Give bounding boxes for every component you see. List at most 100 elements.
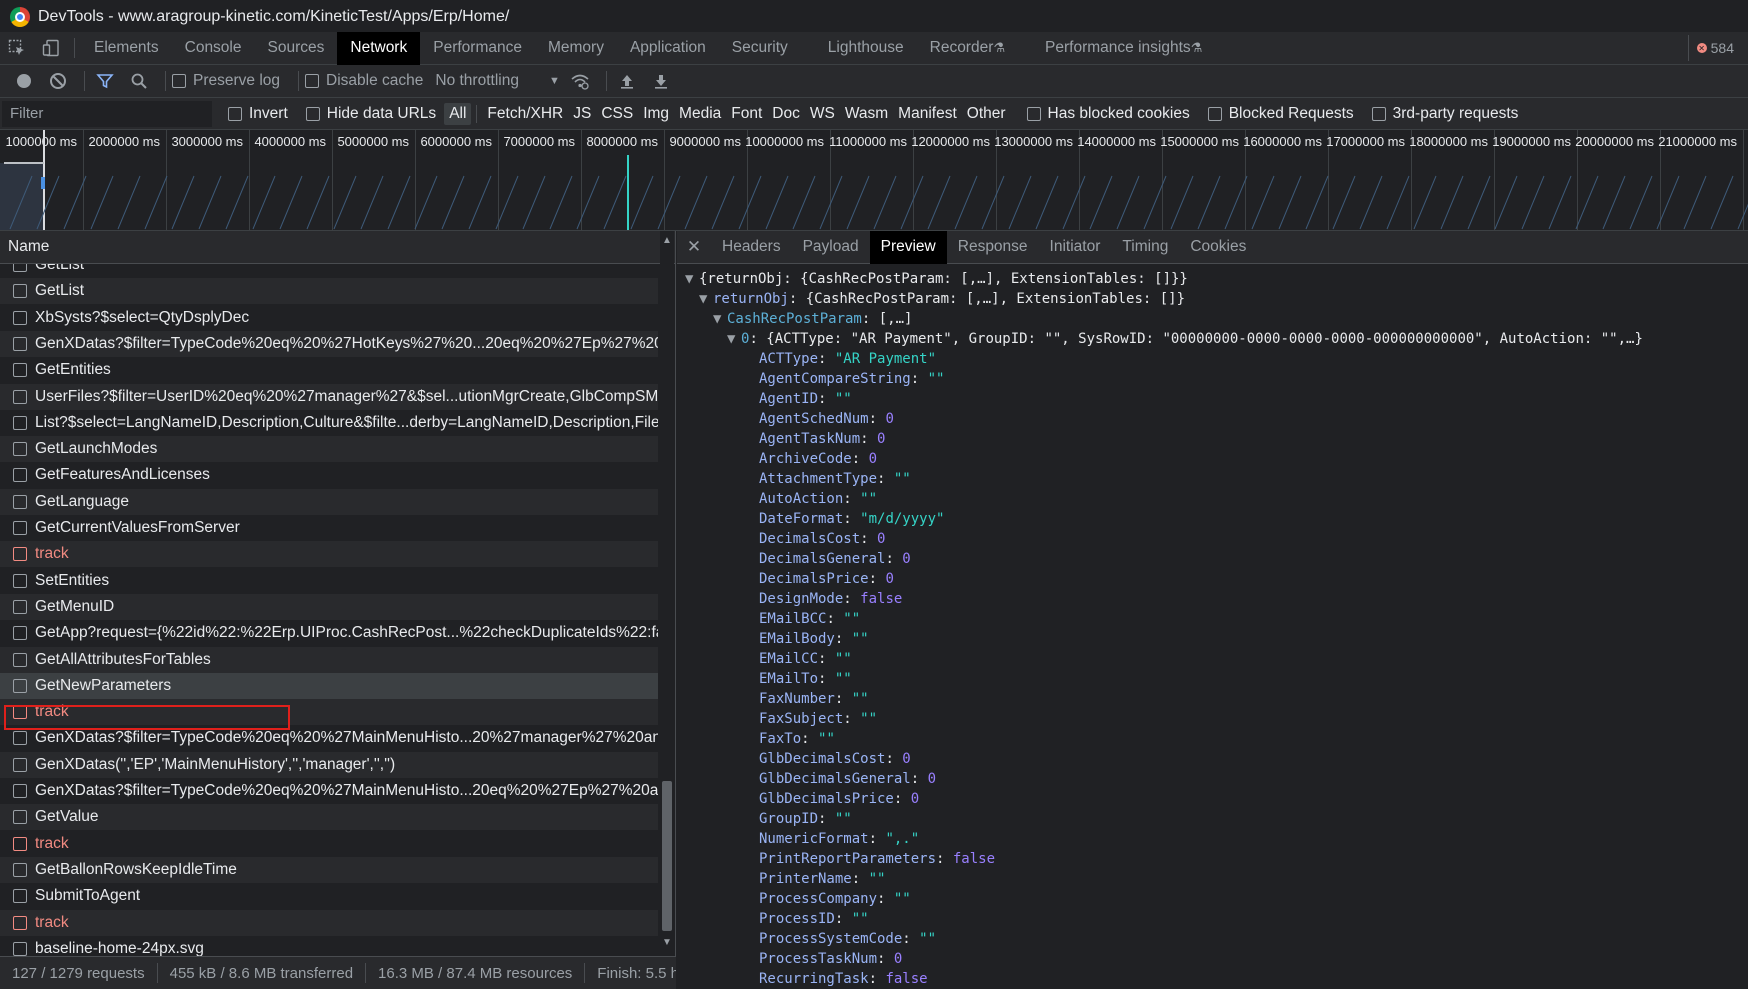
field-autoaction[interactable]: AutoAction: "" [677,489,1748,509]
tab-performance-insights[interactable]: Performance insights ⚗ [1032,32,1215,65]
preserve-log-check-icon[interactable] [172,74,186,88]
filter-type-manifest[interactable]: Manifest [893,103,962,125]
tree-item-0[interactable]: ▼ 0: {ACTType: "AR Payment", GroupID: "",… [677,329,1748,349]
filter-type-css[interactable]: CSS [596,103,638,125]
field-emailto[interactable]: EMailTo: "" [677,669,1748,689]
has-blocked-cookies-check-icon[interactable] [1026,106,1041,121]
field-faxnumber[interactable]: FaxNumber: "" [677,689,1748,709]
tree-returnobj[interactable]: ▼ returnObj: {CashRecPostParam: [,…], Ext… [677,289,1748,309]
filter-type-fetch-xhr[interactable]: Fetch/XHR [482,103,568,125]
device-toolbar-icon[interactable] [34,32,68,65]
scrollbar-thumb[interactable] [662,781,672,931]
expanded-triangle-icon[interactable]: ▼ [727,329,741,349]
tab-elements[interactable]: Elements [81,32,172,65]
preserve-log-checkbox[interactable]: Preserve log [172,72,280,90]
field-faxto[interactable]: FaxTo: "" [677,729,1748,749]
field-processid[interactable]: ProcessID: "" [677,909,1748,929]
tab-console[interactable]: Console [172,32,255,65]
details-tab-response[interactable]: Response [947,231,1039,264]
error-counter[interactable]: ✕ 584 [1687,35,1742,61]
field-emailbcc[interactable]: EMailBCC: "" [677,609,1748,629]
blocked-requests-checkbox[interactable]: Blocked Requests [1207,105,1354,123]
filter-type-ws[interactable]: WS [805,103,840,125]
filter-type-media[interactable]: Media [674,103,726,125]
field-glbdecimalscost[interactable]: GlbDecimalsCost: 0 [677,749,1748,769]
filter-type-img[interactable]: Img [638,103,674,125]
field-agentcomparestring[interactable]: AgentCompareString: "" [677,369,1748,389]
tab-application[interactable]: Application [617,32,719,65]
disable-cache-check-icon[interactable] [305,74,320,88]
field-designmode[interactable]: DesignMode: false [677,589,1748,609]
throttling-select[interactable]: No throttling ▼ [435,72,559,90]
invert-check-icon[interactable] [228,106,242,121]
field-glbdecimalsprice[interactable]: GlbDecimalsPrice: 0 [677,789,1748,809]
field-printreportparameters[interactable]: PrintReportParameters: false [677,849,1748,869]
field-printername[interactable]: PrinterName: "" [677,869,1748,889]
filter-type-js[interactable]: JS [568,103,596,125]
field-emailbody[interactable]: EMailBody: "" [677,629,1748,649]
field-agentschednum[interactable]: AgentSchedNum: 0 [677,409,1748,429]
field-attachmenttype[interactable]: AttachmentType: "" [677,469,1748,489]
scroll-up-icon[interactable]: ▲ [662,235,672,247]
inspect-element-icon[interactable] [0,32,34,65]
filter-type-doc[interactable]: Doc [767,103,805,125]
field-decimalscost[interactable]: DecimalsCost: 0 [677,529,1748,549]
details-tab-preview[interactable]: Preview [869,230,947,264]
import-har-icon[interactable] [613,68,641,94]
filter-type-all[interactable]: All [444,102,472,125]
json-preview[interactable]: ▼ {returnObj: {CashRecPostParam: [,…], Ex… [677,264,1748,989]
tab-performance[interactable]: Performance [420,32,535,65]
scroll-down-icon[interactable]: ▼ [662,937,672,949]
third-party-checkbox[interactable]: 3rd-party requests [1371,105,1518,123]
details-tab-headers[interactable]: Headers [711,231,792,264]
field-processsystemcode[interactable]: ProcessSystemCode: "" [677,929,1748,949]
field-recurringtask[interactable]: RecurringTask: false [677,969,1748,989]
filter-icon[interactable] [91,68,119,94]
name-column-header[interactable]: Name [0,231,675,264]
field-emailcc[interactable]: EMailCC: "" [677,649,1748,669]
blocked-requests-check-icon[interactable] [1207,106,1222,121]
tab-memory[interactable]: Memory [535,32,617,65]
field-dateformat[interactable]: DateFormat: "m/d/yyyy" [677,509,1748,529]
clear-icon[interactable] [44,68,72,94]
invert-checkbox[interactable]: Invert [228,105,288,123]
search-icon[interactable] [125,68,153,94]
field-decimalsprice[interactable]: DecimalsPrice: 0 [677,569,1748,589]
field-archivecode[interactable]: ArchiveCode: 0 [677,449,1748,469]
filter-type-wasm[interactable]: Wasm [840,103,893,125]
hide-data-urls-checkbox[interactable]: Hide data URLs [305,105,436,123]
network-conditions-icon[interactable] [566,68,594,94]
export-har-icon[interactable] [647,68,675,94]
expanded-triangle-icon[interactable]: ▼ [713,309,727,329]
tab-network[interactable]: Network [337,31,421,65]
field-groupid[interactable]: GroupID: "" [677,809,1748,829]
filter-type-other[interactable]: Other [962,103,1011,125]
network-overview-timeline[interactable]: 1000000 ms 2000000 ms 3000000 ms 4000000 ms… [0,130,1748,231]
field-agentid[interactable]: AgentID: "" [677,389,1748,409]
field-processtasknum[interactable]: ProcessTaskNum: 0 [677,949,1748,969]
details-tab-initiator[interactable]: Initiator [1039,231,1112,264]
has-blocked-cookies-checkbox[interactable]: Has blocked cookies [1026,105,1190,123]
hide-data-urls-check-icon[interactable] [305,106,320,121]
filter-type-font[interactable]: Font [726,103,767,125]
tab-security[interactable]: Security [719,32,801,65]
record-icon[interactable] [10,68,38,94]
field-acttype[interactable]: ACTType: "AR Payment" [677,349,1748,369]
field-processcompany[interactable]: ProcessCompany: "" [677,889,1748,909]
tab-recorder[interactable]: Recorder ⚗ [917,32,1018,65]
tab-sources[interactable]: Sources [255,32,338,65]
tree-cashrecpostparam[interactable]: ▼ CashRecPostParam: [,…] [677,309,1748,329]
details-tab-timing[interactable]: Timing [1111,231,1179,264]
close-details-icon[interactable]: ✕ [677,237,711,257]
details-tab-cookies[interactable]: Cookies [1179,231,1257,264]
field-faxsubject[interactable]: FaxSubject: "" [677,709,1748,729]
filter-input[interactable]: Filter [2,100,212,127]
field-decimalsgeneral[interactable]: DecimalsGeneral: 0 [677,549,1748,569]
field-glbdecimalsgeneral[interactable]: GlbDecimalsGeneral: 0 [677,769,1748,789]
tree-root[interactable]: ▼ {returnObj: {CashRecPostParam: [,…], Ex… [677,269,1748,289]
disable-cache-checkbox[interactable]: Disable cache [305,72,423,90]
field-agenttasknum[interactable]: AgentTaskNum: 0 [677,429,1748,449]
third-party-check-icon[interactable] [1371,106,1386,121]
expanded-triangle-icon[interactable]: ▼ [699,289,713,309]
field-numericformat[interactable]: NumericFormat: ",." [677,829,1748,849]
